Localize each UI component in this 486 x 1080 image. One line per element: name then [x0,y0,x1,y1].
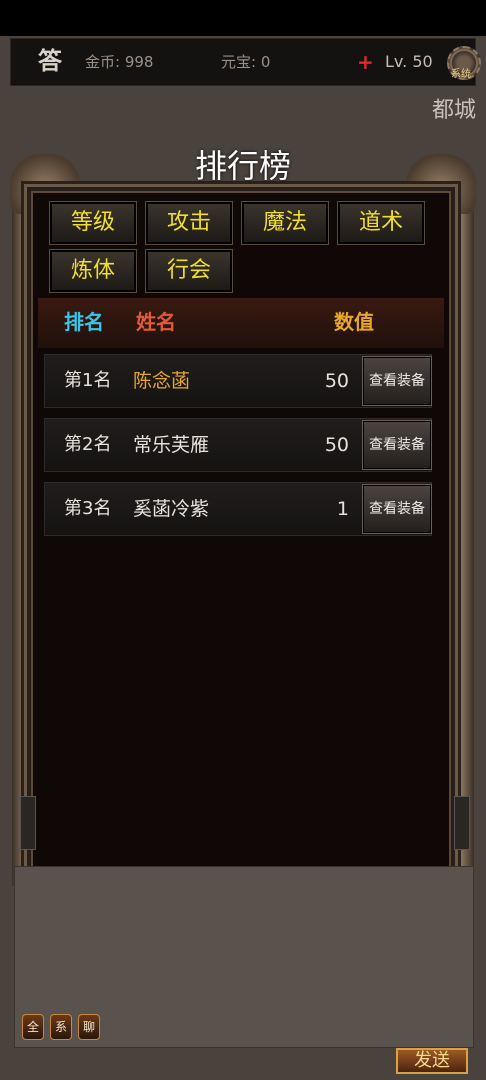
view-equipment-button[interactable]: 查看装备 [362,484,432,534]
tab-guild[interactable]: 行会 [145,249,233,293]
row-player-name: 常乐芙雁 [133,434,210,456]
send-button[interactable]: 发送 [396,1048,468,1074]
row-value: 50 [324,434,349,456]
system-status-bar [0,0,486,36]
system-button-label[interactable]: 系统 [451,65,471,80]
tab-body-refining[interactable]: 炼体 [49,249,137,293]
tab-taoism[interactable]: 道术 [337,201,425,245]
ranking-row: 第1名 陈念菡 50 查看装备 [44,354,432,408]
chat-channel-all-button[interactable]: 全 [22,1014,44,1040]
chat-channel-chat-button[interactable]: 聊 [78,1014,100,1040]
row-player-name: 奚菡冷紫 [133,498,210,520]
tab-attack[interactable]: 攻击 [145,201,233,245]
side-button-right[interactable] [454,796,470,850]
row-value: 50 [324,370,349,392]
tab-level[interactable]: 等级 [49,201,137,245]
row-rank: 第3名 [64,498,112,519]
row-player-name: 陈念菡 [133,370,191,392]
header-value: 数值 [334,310,374,334]
ranking-row: 第2名 常乐芙雁 50 查看装备 [44,418,432,472]
row-rank: 第1名 [64,370,112,391]
location-label: 都城 [431,98,476,123]
row-value: 1 [336,498,349,520]
view-equipment-button[interactable]: 查看装备 [362,356,432,406]
gold-count: 金币: 998 [85,53,154,71]
chat-channel-system-button[interactable]: 系 [50,1014,72,1040]
answer-icon[interactable]: 答 [33,44,67,78]
plus-icon[interactable]: + [357,39,374,85]
row-rank: 第2名 [64,434,112,455]
player-level: Lv. 50 [385,52,433,71]
header-name: 姓名 [136,310,176,334]
side-button-left[interactable] [20,796,36,850]
player-status-bar: 答 金币: 998 元宝: 0 + Lv. 50 系统 [10,38,481,86]
header-rank: 排名 [64,310,104,334]
yuanbao-count: 元宝: 0 [221,53,271,71]
panel-title: 排行榜 [194,147,291,185]
ranking-row: 第3名 奚菡冷紫 1 查看装备 [44,482,432,536]
view-equipment-button[interactable]: 查看装备 [362,420,432,470]
tab-magic[interactable]: 魔法 [241,201,329,245]
